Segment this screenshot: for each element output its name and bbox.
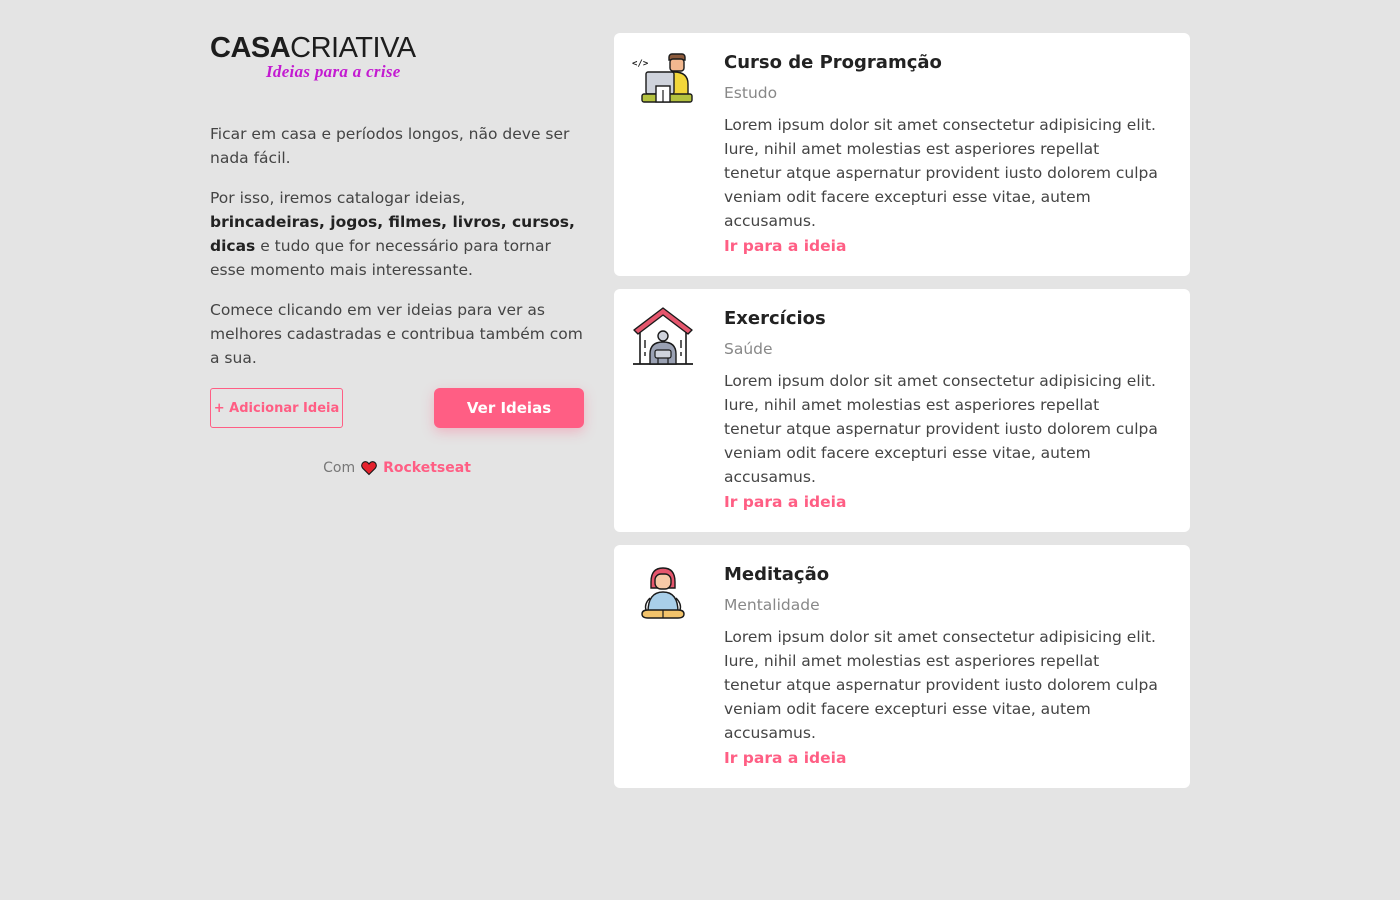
action-buttons: + Adicionar Ideia Ver Ideias <box>210 388 584 428</box>
idea-link[interactable]: Ir para a ideia <box>724 493 846 511</box>
meditation-icon <box>632 562 694 624</box>
intro-paragraph-1: Ficar em casa e períodos longos, não dev… <box>210 125 570 167</box>
ideas-list: </> Curso de Programção Estudo Lorem ips… <box>614 33 1190 801</box>
idea-title: Meditação <box>724 564 830 585</box>
idea-description: Lorem ipsum dolor sit amet consectetur a… <box>724 116 1158 230</box>
add-idea-button[interactable]: + Adicionar Ideia <box>210 388 343 428</box>
idea-card: Exercícios Saúde Lorem ipsum dolor sit a… <box>614 289 1190 532</box>
idea-description: Lorem ipsum dolor sit amet consectetur a… <box>724 628 1158 742</box>
idea-description: Lorem ipsum dolor sit amet consectetur a… <box>724 372 1158 486</box>
view-ideas-button[interactable]: Ver Ideias <box>434 388 584 428</box>
logo[interactable]: CASACRIATIVA Ideias para a crise <box>210 33 584 85</box>
intro-text: Ficar em casa e períodos longos, não dev… <box>210 122 584 370</box>
idea-title: Exercícios <box>724 308 826 329</box>
idea-category: Saúde <box>724 340 773 358</box>
idea-title: Curso de Programção <box>724 52 942 73</box>
rocketseat-link[interactable]: Rocketseat <box>383 460 471 476</box>
idea-category: Mentalidade <box>724 596 820 614</box>
intro-paragraph-3: Comece clicando em ver ideias para ver a… <box>210 301 583 367</box>
idea-category: Estudo <box>724 84 778 102</box>
heart-icon <box>361 460 377 476</box>
intro-paragraph-2: Por isso, iremos catalogar ideias, brinc… <box>210 189 575 279</box>
idea-link[interactable]: Ir para a ideia <box>724 237 846 255</box>
idea-link[interactable]: Ir para a ideia <box>724 749 846 767</box>
footer-credit: Com Rocketseat <box>210 460 584 476</box>
idea-card: Meditação Mentalidade Lorem ipsum dolor … <box>614 545 1190 788</box>
idea-card: </> Curso de Programção Estudo Lorem ips… <box>614 33 1190 276</box>
footer-prefix: Com <box>323 460 356 476</box>
programmer-icon: </> <box>632 50 694 112</box>
logo-wordmark: CASACRIATIVA <box>210 32 416 64</box>
home-gym-icon <box>632 306 694 368</box>
intro-panel: CASACRIATIVA Ideias para a crise Ficar e… <box>210 33 584 476</box>
logo-tagline: Ideias para a crise <box>266 62 401 81</box>
svg-text:</>: </> <box>632 59 649 69</box>
